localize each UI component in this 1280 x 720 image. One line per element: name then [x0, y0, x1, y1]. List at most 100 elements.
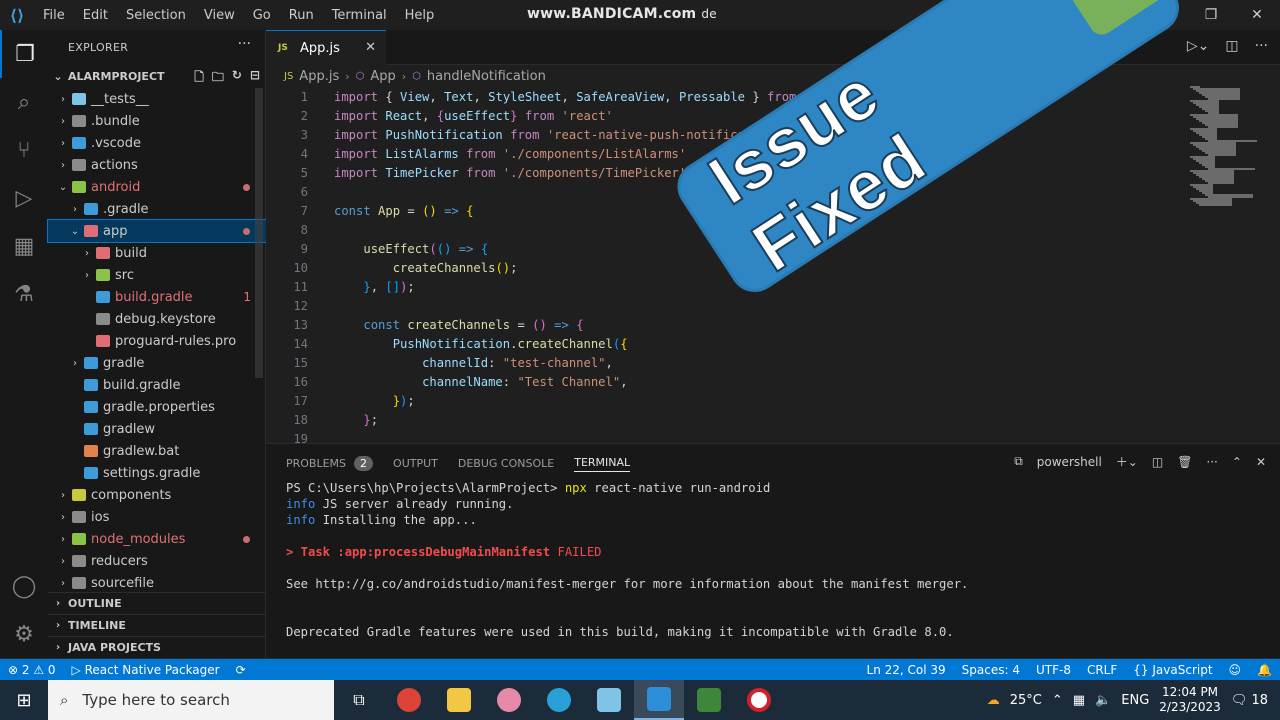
- file-explorer-icon[interactable]: [434, 680, 484, 720]
- terminal-output[interactable]: PS C:\Users\hp\Projects\AlarmProject> np…: [286, 480, 968, 640]
- folder-item[interactable]: › sourcefile: [48, 572, 266, 594]
- run-icon[interactable]: ▷⌄: [1187, 38, 1210, 54]
- panel-tab-terminal[interactable]: TERMINAL: [574, 454, 631, 472]
- code-line[interactable]: const createChannels = () => {: [334, 316, 906, 335]
- close-tab-icon[interactable]: ✕: [365, 40, 376, 55]
- code-line[interactable]: channelName: "Test Channel",: [334, 373, 906, 392]
- encoding[interactable]: UTF-8: [1028, 663, 1079, 677]
- section-java-projects[interactable]: › JAVA PROJECTS: [48, 636, 266, 658]
- network-icon[interactable]: ▦: [1073, 693, 1085, 708]
- minimap[interactable]: [1190, 86, 1266, 216]
- close-icon[interactable]: ✕: [1234, 0, 1280, 30]
- menu-view[interactable]: View: [195, 8, 244, 23]
- code-line[interactable]: channelId: "test-channel",: [334, 354, 906, 373]
- problems-status[interactable]: ⊗ 2 ⚠ 0: [0, 663, 64, 677]
- vscode-icon[interactable]: [634, 680, 684, 720]
- sync-icon[interactable]: ⟳: [228, 663, 254, 677]
- menu-selection[interactable]: Selection: [117, 8, 195, 23]
- file-item[interactable]: build.gradle 1: [48, 286, 266, 308]
- source-control-icon[interactable]: ⑂: [0, 126, 48, 174]
- restore-icon[interactable]: ❐: [1188, 0, 1234, 30]
- file-item[interactable]: gradlew: [48, 418, 266, 440]
- breadcrumb-item[interactable]: App.js: [299, 69, 339, 84]
- chrome-icon[interactable]: [384, 680, 434, 720]
- panel-tab-output[interactable]: OUTPUT: [393, 454, 438, 472]
- code-line[interactable]: [334, 297, 906, 316]
- new-file-icon[interactable]: 🗋: [194, 68, 204, 89]
- menu-help[interactable]: Help: [396, 8, 444, 23]
- panel-tab-debug-console[interactable]: DEBUG CONSOLE: [458, 454, 554, 472]
- menu-go[interactable]: Go: [244, 8, 280, 23]
- menu-edit[interactable]: Edit: [74, 8, 117, 23]
- code-line[interactable]: PushNotification.createChannel({: [334, 335, 906, 354]
- notifications-bell-icon[interactable]: 🔔: [1249, 663, 1280, 677]
- close-panel-icon[interactable]: ✕: [1256, 455, 1266, 469]
- folder-item[interactable]: › node_modules: [48, 528, 266, 550]
- new-terminal-icon[interactable]: ＋⌄: [1116, 453, 1138, 470]
- extensions-icon[interactable]: ▦: [0, 222, 48, 270]
- indentation[interactable]: Spaces: 4: [954, 663, 1028, 677]
- edge-icon[interactable]: [534, 680, 584, 720]
- project-header[interactable]: ⌄ ALARMPROJECT 🗋 🗀 ↻ ⊟: [48, 66, 266, 86]
- snip-icon[interactable]: [484, 680, 534, 720]
- settings-gear-icon[interactable]: ⚙: [0, 610, 48, 658]
- search-icon[interactable]: ⌕: [0, 78, 48, 126]
- breadcrumb-item[interactable]: handleNotification: [427, 69, 546, 84]
- menu-file[interactable]: File: [34, 8, 74, 23]
- tab-app-js[interactable]: JS App.js ✕: [266, 30, 386, 65]
- refresh-icon[interactable]: ↻: [232, 68, 242, 89]
- volume-icon[interactable]: 🔈: [1095, 693, 1111, 708]
- file-item[interactable]: proguard-rules.pro: [48, 330, 266, 352]
- bandicam-icon[interactable]: [734, 680, 784, 720]
- notification-center-icon[interactable]: 🗨 18: [1231, 693, 1268, 708]
- menu-run[interactable]: Run: [280, 8, 323, 23]
- breadcrumb-item[interactable]: App: [370, 69, 395, 84]
- tray-overflow-icon[interactable]: ⌃: [1052, 693, 1063, 708]
- more-actions-icon[interactable]: ···: [1255, 38, 1268, 54]
- terminal-shell-icon[interactable]: ⧉: [1014, 454, 1023, 469]
- file-item[interactable]: debug.keystore: [48, 308, 266, 330]
- folder-item[interactable]: › build: [48, 242, 266, 264]
- folder-item[interactable]: › __tests__: [48, 88, 266, 110]
- file-item[interactable]: settings.gradle: [48, 462, 266, 484]
- folder-item[interactable]: › ios: [48, 506, 266, 528]
- windows-start-icon[interactable]: ⊞: [0, 680, 48, 720]
- code-line[interactable]: [334, 430, 906, 443]
- language-indicator[interactable]: ENG: [1121, 693, 1149, 708]
- feedback-icon[interactable]: ☺: [1221, 663, 1250, 677]
- folder-item[interactable]: › .vscode: [48, 132, 266, 154]
- section-timeline[interactable]: › TIMELINE: [48, 614, 266, 636]
- sidebar-scrollbar[interactable]: [255, 88, 263, 378]
- maximize-panel-icon[interactable]: ⌃: [1232, 455, 1242, 469]
- menu-terminal[interactable]: Terminal: [323, 8, 396, 23]
- new-folder-icon[interactable]: 🗀: [212, 68, 224, 89]
- cursor-position[interactable]: Ln 22, Col 39: [859, 663, 954, 677]
- folder-item[interactable]: ⌄ app: [47, 219, 267, 243]
- taskbar-search[interactable]: ⌕ Type here to search: [48, 680, 334, 720]
- collapse-all-icon[interactable]: ⊟: [250, 68, 260, 89]
- code-line[interactable]: };: [334, 411, 906, 430]
- account-icon[interactable]: ◯: [0, 562, 48, 610]
- end-of-line[interactable]: CRLF: [1079, 663, 1125, 677]
- folder-item[interactable]: › actions: [48, 154, 266, 176]
- folder-item[interactable]: › .bundle: [48, 110, 266, 132]
- terminal-shell-name[interactable]: powershell: [1037, 455, 1102, 469]
- file-item[interactable]: build.gradle: [48, 374, 266, 396]
- file-item[interactable]: gradlew.bat: [48, 440, 266, 462]
- task-view-icon[interactable]: ⧉: [334, 680, 384, 720]
- weather-icon[interactable]: ☁: [987, 693, 1000, 708]
- split-editor-icon[interactable]: ◫: [1225, 38, 1238, 54]
- more-actions-icon[interactable]: ···: [238, 36, 251, 52]
- folder-item[interactable]: › src: [48, 264, 266, 286]
- clock[interactable]: 12:04 PM 2/23/2023: [1159, 685, 1221, 715]
- explorer-icon[interactable]: ❐: [0, 30, 48, 78]
- notepad-icon[interactable]: [584, 680, 634, 720]
- run-debug-icon[interactable]: ▷: [0, 174, 48, 222]
- kill-terminal-icon[interactable]: 🗑: [1177, 455, 1192, 469]
- more-actions-icon[interactable]: ···: [1206, 455, 1217, 469]
- folder-item[interactable]: ⌄ android: [48, 176, 266, 198]
- folder-item[interactable]: › reducers: [48, 550, 266, 572]
- code-line[interactable]: });: [334, 392, 906, 411]
- weather-temp[interactable]: 25°C: [1010, 693, 1042, 708]
- section-outline[interactable]: › OUTLINE: [48, 592, 266, 614]
